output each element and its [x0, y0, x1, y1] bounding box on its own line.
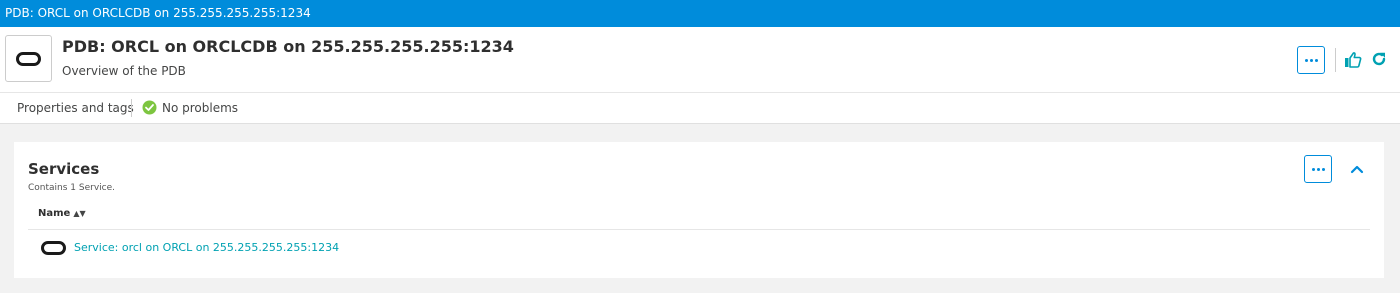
header-more-button[interactable]	[1297, 46, 1325, 74]
services-subtitle: Contains 1 Service.	[28, 183, 116, 193]
table-divider	[28, 229, 1370, 230]
tab-properties-and-tags[interactable]: Properties and tags	[17, 101, 134, 115]
services-card: Services Contains 1 Service. Name ▲▼ Serv…	[14, 142, 1384, 278]
more-icon	[1304, 58, 1318, 62]
column-header-label: Name	[38, 208, 71, 219]
services-more-button[interactable]	[1304, 155, 1332, 183]
page-header: PDB: ORCL on ORCLCDB on 255.255.255.255:…	[0, 27, 1400, 93]
sort-icon: ▲▼	[73, 209, 86, 218]
column-header-name[interactable]: Name ▲▼	[38, 208, 86, 219]
services-title: Services	[28, 160, 100, 178]
window-title-bar: PDB: ORCL on ORCLCDB on 255.255.255.255:…	[0, 0, 1400, 27]
check-circle-icon	[142, 100, 157, 115]
refresh-icon[interactable]	[1371, 51, 1387, 67]
tab-bar: Properties and tags No problems	[0, 93, 1400, 124]
header-divider	[1335, 48, 1336, 72]
thumbs-up-icon[interactable]	[1344, 51, 1362, 69]
tab-divider	[131, 99, 132, 117]
page-title: PDB: ORCL on ORCLCDB on 255.255.255.255:…	[62, 37, 514, 56]
more-icon	[1311, 167, 1325, 171]
window-title: PDB: ORCL on ORCLCDB on 255.255.255.255:…	[5, 6, 311, 20]
service-link[interactable]: Service: orcl on ORCL on 255.255.255.255…	[74, 241, 339, 254]
tab-no-problems[interactable]: No problems	[162, 101, 238, 115]
oracle-oval-icon	[41, 241, 66, 255]
oracle-oval-icon	[16, 51, 41, 66]
page-subtitle: Overview of the PDB	[62, 64, 186, 78]
chevron-up-icon[interactable]	[1349, 161, 1365, 177]
entity-logo	[5, 35, 52, 82]
